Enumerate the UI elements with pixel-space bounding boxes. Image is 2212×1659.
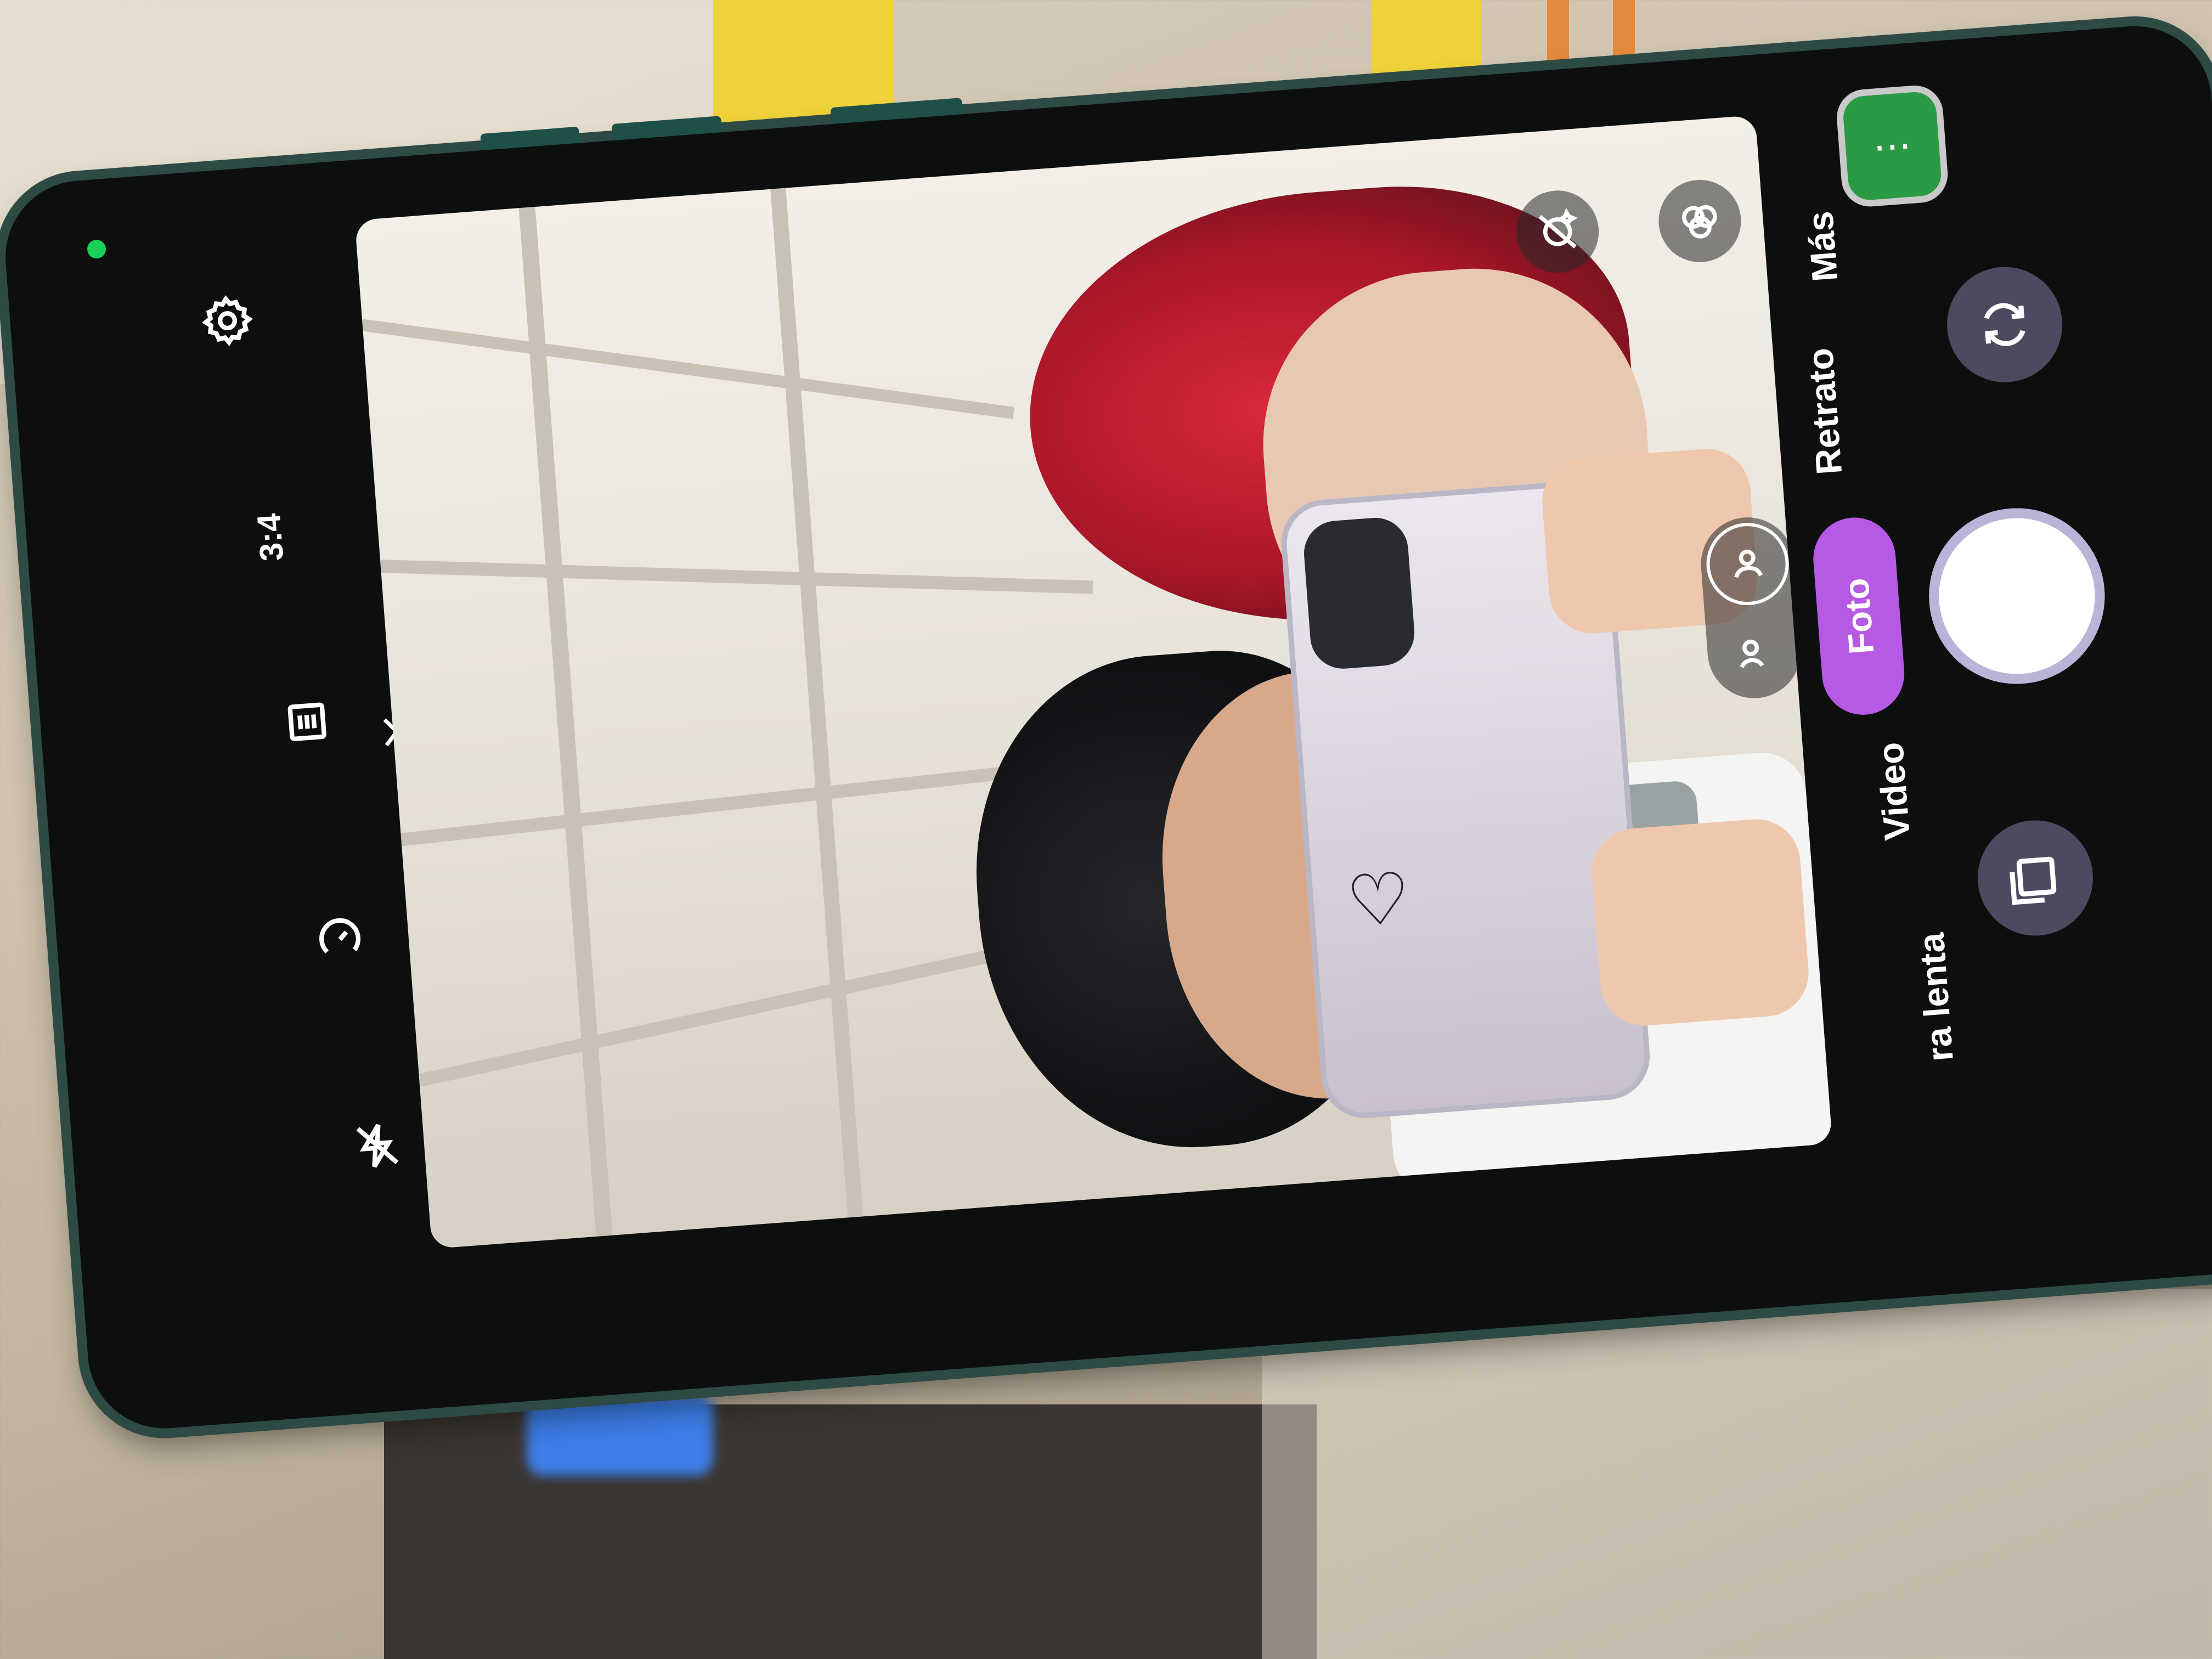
timer-icon[interactable] [308, 907, 373, 972]
background-counter [384, 1404, 1317, 1659]
switch-camera-icon[interactable] [1943, 263, 2067, 387]
mode-photo[interactable]: Foto [1810, 515, 1908, 718]
face-retouch-control[interactable] [1697, 514, 1804, 702]
shelf-line [770, 188, 864, 1218]
held-phone-camera [1301, 515, 1417, 672]
flash-off-icon[interactable] [345, 1113, 410, 1178]
background-blue-light [527, 1393, 713, 1476]
face-retouch-icon[interactable] [1703, 520, 1792, 608]
motion-photo-icon[interactable] [275, 690, 340, 754]
camera-viewfinder[interactable]: ♡ [354, 115, 1833, 1249]
phone: 3:4 ♡ ⋯ Más Retrato Foto Video ra lenta [0, 20, 2212, 1434]
heart-sticker-icon: ♡ [1344, 857, 1414, 943]
mode-more[interactable]: Más [1799, 210, 1846, 283]
mode-slow-motion[interactable]: ra lenta [1910, 932, 1961, 1063]
shelf-line [360, 319, 1015, 419]
aspect-ratio-toggle[interactable]: 3:4 [250, 512, 291, 563]
shelf-line [380, 559, 1093, 594]
hand [1589, 816, 1812, 1029]
shutter-button[interactable] [1922, 501, 2111, 691]
settings-icon[interactable] [195, 289, 260, 353]
gallery-icon[interactable] [1973, 816, 2097, 940]
face-shape-icon[interactable] [1711, 613, 1792, 695]
background-floor [1262, 1289, 2212, 1659]
filter-icon[interactable] [1656, 177, 1744, 266]
mode-portrait[interactable]: Retrato [1799, 347, 1850, 476]
mode-video[interactable]: Video [1869, 741, 1918, 842]
more-dots-icon[interactable]: ⋯ [1842, 91, 1943, 202]
camera-active-indicator [86, 239, 107, 259]
